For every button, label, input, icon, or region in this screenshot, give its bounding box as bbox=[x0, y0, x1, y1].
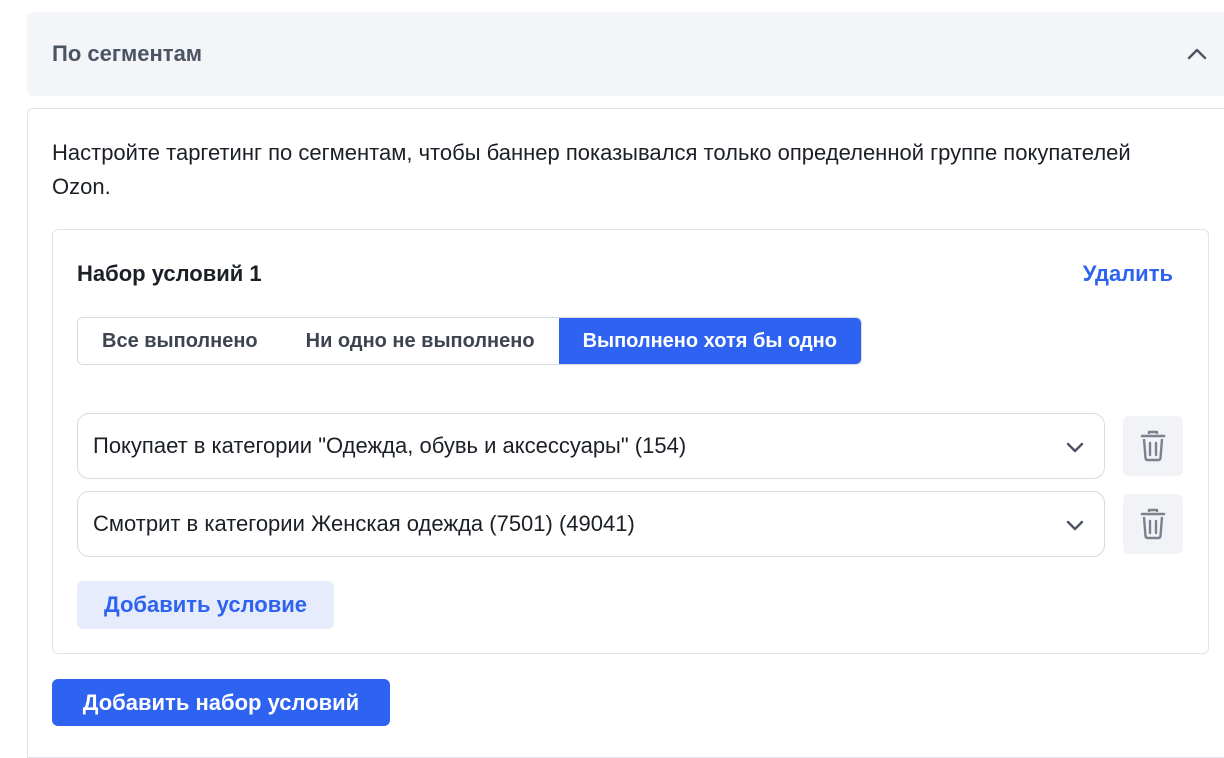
condition-select-1[interactable]: Покупает в категории "Одежда, обувь и ак… bbox=[77, 413, 1105, 479]
condition-mode-switch: Все выполнено Ни одно не выполнено Выпол… bbox=[77, 317, 862, 365]
trash-icon bbox=[1140, 430, 1166, 462]
add-condition-button[interactable]: Добавить условие bbox=[77, 581, 334, 629]
trash-icon bbox=[1140, 508, 1166, 540]
condition-set-title: Набор условий 1 bbox=[77, 261, 262, 286]
condition-select-value: Смотрит в категории Женская одежда (7501… bbox=[93, 511, 635, 536]
delete-condition-button[interactable] bbox=[1123, 494, 1183, 554]
mode-at-least-one-met[interactable]: Выполнено хотя бы одно bbox=[558, 318, 861, 364]
delete-condition-button[interactable] bbox=[1123, 416, 1183, 476]
condition-select-2[interactable]: Смотрит в категории Женская одежда (7501… bbox=[77, 491, 1105, 557]
add-condition-set-button[interactable]: Добавить набор условий bbox=[52, 679, 390, 726]
intro-text: Настройте таргетинг по сегментам, чтобы … bbox=[52, 140, 1131, 199]
condition-select-value: Покупает в категории "Одежда, обувь и ак… bbox=[93, 433, 687, 458]
mode-none-met[interactable]: Ни одно не выполнено bbox=[281, 318, 559, 364]
accordion-header-segments[interactable]: По сегментам bbox=[27, 12, 1224, 96]
chevron-up-icon[interactable] bbox=[1186, 43, 1208, 65]
accordion-title: По сегментам bbox=[52, 41, 203, 66]
mode-all-met[interactable]: Все выполнено bbox=[78, 318, 282, 364]
chevron-down-icon bbox=[1066, 442, 1084, 453]
delete-set-link[interactable]: Удалить bbox=[1083, 261, 1173, 287]
chevron-down-icon bbox=[1066, 520, 1084, 531]
